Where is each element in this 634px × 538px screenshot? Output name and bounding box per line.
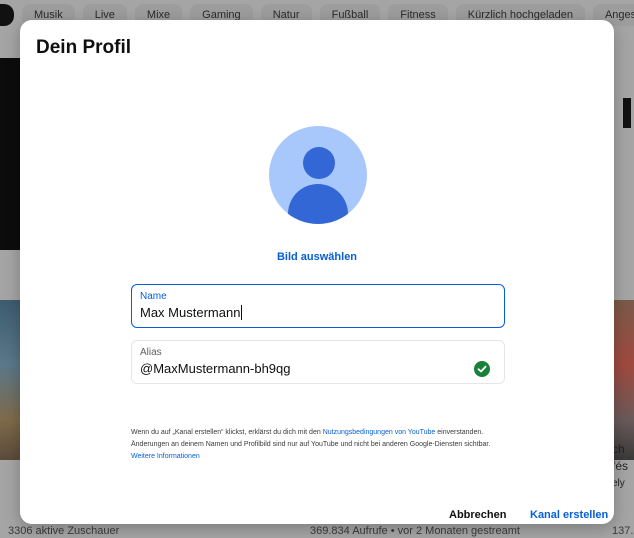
name-value: Max Mustermann (140, 305, 241, 320)
create-channel-button[interactable]: Kanal erstellen (530, 509, 608, 521)
avatar-body (288, 184, 348, 224)
choose-image-button[interactable]: Bild auswählen (20, 251, 614, 263)
views-info: 369.834 Aufrufe • vor 2 Monaten gestream… (310, 525, 520, 537)
more-info-link[interactable]: Weitere Informationen (131, 453, 200, 460)
alias-field[interactable]: Alias @MaxMustermann-bh9qg (131, 340, 505, 384)
dialog-title: Dein Profil (36, 37, 132, 58)
avatar-icon[interactable] (269, 126, 367, 224)
avatar-head (303, 147, 335, 179)
background-banner-right (614, 58, 634, 250)
profile-dialog: Dein Profil Bild auswählen Name Max Must… (20, 20, 614, 524)
background-footer: 3306 aktive Zuschauer 369.834 Aufrufe • … (0, 524, 634, 538)
terms-link[interactable]: Nutzungsbedingungen von YouTube (323, 429, 436, 436)
terms-disclaimer: Wenn du auf „Kanal erstellen“ klickst, e… (131, 429, 491, 460)
name-field-label: Name (140, 291, 167, 302)
check-circle-icon (474, 361, 490, 377)
viewers-count: 3306 aktive Zuschauer (8, 525, 120, 537)
background-thumbnail (614, 300, 634, 460)
text-caret (241, 305, 243, 320)
background-snippet: fés (612, 459, 629, 473)
cancel-button[interactable]: Abbrechen (449, 509, 506, 521)
alias-input[interactable]: @MaxMustermann-bh9qg (140, 361, 290, 376)
name-field[interactable]: Name Max Mustermann (131, 284, 505, 328)
views-info-right: 137.6 (612, 525, 634, 537)
alias-field-label: Alias (140, 347, 162, 358)
background-thumbnail (0, 300, 20, 460)
background-banner (0, 58, 20, 250)
name-input[interactable]: Max Mustermann (140, 305, 243, 320)
